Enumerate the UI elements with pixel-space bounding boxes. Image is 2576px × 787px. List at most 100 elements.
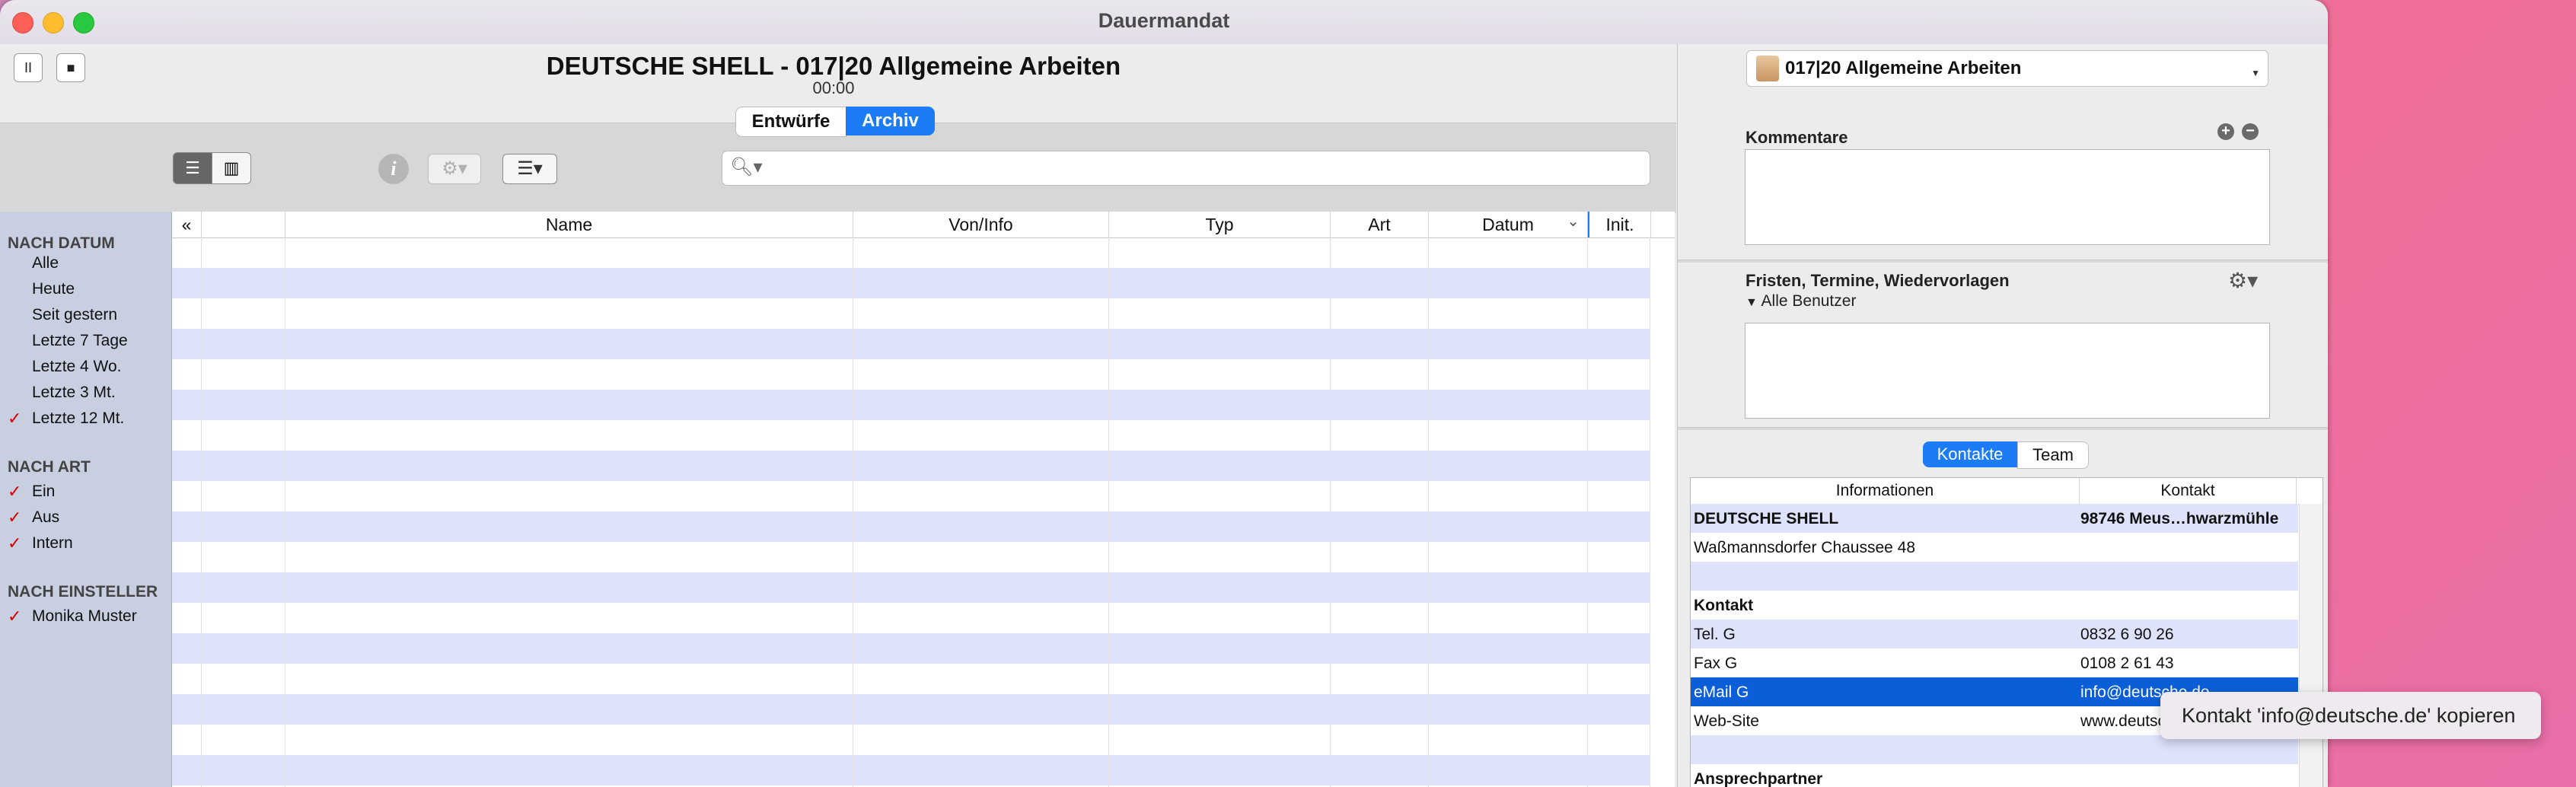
detail-pane: 017|20 Allgemeine Arbeiten ▼ Kommentare … <box>1677 44 2328 787</box>
contacts-table: Informationen Kontakt DEUTSCHE SHELL 9874… <box>1690 477 2323 787</box>
deadlines-list[interactable] <box>1745 323 2270 419</box>
sort-chevron-icon: ⌄ <box>1567 213 1580 230</box>
tab-kontakte[interactable]: Kontakte <box>1923 441 2017 467</box>
gear-icon[interactable]: ⚙▾ <box>2228 268 2258 293</box>
users-filter[interactable]: ▼ Alle Benutzer <box>1745 292 1856 311</box>
contact-info-cell: Tel. G <box>1694 626 1736 643</box>
sidebar-item-seit-gestern[interactable]: Seit gestern <box>32 306 117 324</box>
sidebar-heading-einsteller: NACH EINSTELLER <box>8 583 158 601</box>
titlebar: Dauermandat <box>0 0 2328 45</box>
window-title: Dauermandat <box>1098 9 1230 32</box>
add-comment-button[interactable]: + <box>2217 123 2234 140</box>
contact-info-cell: Kontakt <box>1694 597 1754 614</box>
checkmark-icon: ✓ <box>8 508 22 527</box>
barcode-view-icon: ▥ <box>223 158 240 177</box>
collapse-column-button[interactable]: « <box>172 212 202 237</box>
contact-row[interactable]: Fax G 0108 2 61 43 <box>1691 648 2298 677</box>
sidebar-item-alle[interactable]: Alle <box>32 254 59 272</box>
minus-icon: − <box>2246 123 2255 139</box>
sidebar-item-ein[interactable]: Ein <box>32 483 55 501</box>
checkmark-icon: ✓ <box>8 409 22 428</box>
timer-display: 00:00 <box>812 78 855 97</box>
scrollbar[interactable] <box>2299 504 2323 787</box>
sidebar-heading-art: NACH ART <box>8 458 91 476</box>
contact-row[interactable] <box>1691 735 2298 764</box>
deadlines-label: Fristen, Termine, Wiedervorlagen <box>1745 271 2010 290</box>
column-header-art[interactable]: Art <box>1331 212 1429 237</box>
column-header-informationen[interactable]: Informationen <box>1691 478 2080 504</box>
checkmark-icon: ✓ <box>8 482 22 501</box>
contact-row[interactable]: Ansprechpartner <box>1691 764 2298 787</box>
tab-entwuerfe[interactable]: Entwürfe <box>735 107 846 137</box>
contact-info-cell: DEUTSCHE SHELL <box>1694 510 1839 527</box>
sidebar-item-monika-muster[interactable]: Monika Muster <box>32 607 137 626</box>
filter-sidebar: NACH DATUM Alle Heute Seit gestern Letzt… <box>0 212 172 787</box>
contact-value-cell: 0108 2 61 43 <box>2080 655 2174 672</box>
column-header-blank[interactable] <box>202 212 285 237</box>
contact-row[interactable]: Tel. G 0832 6 90 26 <box>1691 620 2298 648</box>
column-divider <box>201 237 202 787</box>
search-icon: 🔍︎▾ <box>730 157 763 177</box>
tab-team[interactable]: Team <box>2017 441 2089 469</box>
column-header-name[interactable]: Name <box>285 212 853 237</box>
plus-icon: + <box>2221 123 2230 139</box>
info-icon[interactable]: i <box>378 154 409 184</box>
sidebar-item-aus[interactable]: Aus <box>32 508 59 527</box>
sidebar-item-intern[interactable]: Intern <box>32 534 73 553</box>
column-divider <box>1330 237 1331 787</box>
table-header: « Name Von/Info Typ Art Datum ⌄ Init. <box>172 212 1675 238</box>
contact-value-cell: 0832 6 90 26 <box>2080 626 2174 643</box>
contact-row[interactable] <box>1691 562 2298 591</box>
mandate-label: 017|20 Allgemeine Arbeiten <box>1785 58 2022 78</box>
contact-info-cell: eMail G <box>1694 683 1749 701</box>
tab-archiv[interactable]: Archiv <box>846 107 935 135</box>
archive-table: « Name Von/Info Typ Art Datum ⌄ Init. <box>172 212 1675 787</box>
document-title: DEUTSCHE SHELL - 017|20 Allgemeine Arbei… <box>546 52 1121 80</box>
sidebar-item-letzte-4-wo[interactable]: Letzte 4 Wo. <box>32 358 122 376</box>
copy-contact-menu-item[interactable]: Kontakt 'info@deutsche.de' kopieren <box>2160 692 2541 739</box>
sidebar-item-letzte-3-mt[interactable]: Letzte 3 Mt. <box>32 384 116 402</box>
contacts-table-header: Informationen Kontakt <box>1691 478 2323 505</box>
mandate-selector[interactable]: 017|20 Allgemeine Arbeiten ▼ <box>1746 50 2268 87</box>
contact-value-cell: 98746 Meus…hwarzmühle <box>2080 510 2279 527</box>
list-view-icon: ☰ <box>185 158 200 177</box>
search-input[interactable]: 🔍︎▾ <box>722 151 1650 186</box>
comments-textarea[interactable] <box>1745 149 2270 245</box>
contact-info-cell: Web-Site <box>1694 712 1759 730</box>
datum-label: Datum <box>1482 215 1534 234</box>
avatar <box>1756 56 1779 81</box>
section-divider <box>1678 427 2328 430</box>
gear-menu-button[interactable]: ⚙▾ <box>428 154 481 184</box>
checkmark-icon: ✓ <box>8 607 22 626</box>
contact-info-cell: Ansprechpartner <box>1694 770 1823 787</box>
list-options-button[interactable]: ☰▾ <box>502 154 557 184</box>
column-divider <box>1108 237 1109 787</box>
column-header-kontakt[interactable]: Kontakt <box>2080 478 2297 504</box>
contact-info-cell: Fax G <box>1694 655 1738 672</box>
list-view-toggle[interactable]: ☰ <box>173 152 212 184</box>
list-icon: ☰▾ <box>517 158 543 179</box>
section-divider <box>1678 260 2328 263</box>
checkmark-icon: ✓ <box>8 534 22 553</box>
sidebar-item-heute[interactable]: Heute <box>32 280 75 298</box>
column-header-init[interactable]: Init. <box>1588 212 1651 237</box>
sidebar-heading-date: NACH DATUM <box>8 234 115 252</box>
column-divider <box>1428 237 1429 787</box>
sidebar-item-letzte-12-mt[interactable]: Letzte 12 Mt. <box>32 409 124 428</box>
main-pane: II ■ DEUTSCHE SHELL - 017|20 Allgemeine … <box>0 44 1676 787</box>
disclosure-triangle-icon: ▼ <box>1745 296 1758 309</box>
column-header-datum[interactable]: Datum ⌄ <box>1429 212 1588 237</box>
gear-icon: ⚙▾ <box>442 158 467 179</box>
contact-info-cell: Waßmannsdorfer Chaussee 48 <box>1694 539 1916 556</box>
column-view-toggle[interactable]: ▥ <box>212 152 251 184</box>
sidebar-item-letzte-7-tage[interactable]: Letzte 7 Tage <box>32 332 128 350</box>
column-header-von-info[interactable]: Von/Info <box>853 212 1109 237</box>
contact-row[interactable]: Kontakt <box>1691 591 2298 620</box>
contact-row[interactable]: Waßmannsdorfer Chaussee 48 <box>1691 533 2298 562</box>
contact-row[interactable]: DEUTSCHE SHELL 98746 Meus…hwarzmühle <box>1691 504 2298 533</box>
remove-comment-button[interactable]: − <box>2242 123 2259 140</box>
column-header-typ[interactable]: Typ <box>1109 212 1331 237</box>
chevron-down-icon: ▼ <box>2251 68 2260 78</box>
column-divider <box>1587 237 1588 787</box>
users-filter-label: Alle Benutzer <box>1761 292 1857 310</box>
